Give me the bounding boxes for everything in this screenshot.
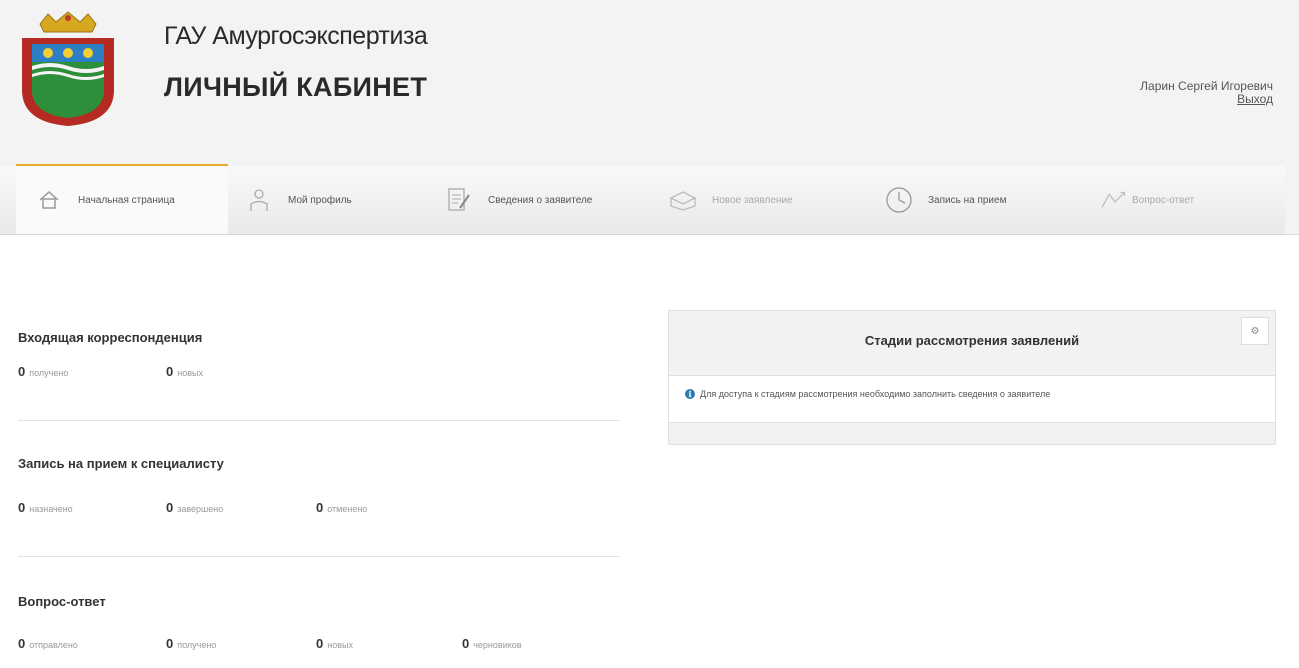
qa-drafts-stat[interactable]: 0 черновиков: [462, 636, 522, 651]
new-application-icon: [668, 185, 698, 215]
stat-count: 0: [166, 500, 174, 515]
stat-count: 0: [18, 636, 26, 651]
divider: [18, 420, 620, 421]
stat-label: получено: [29, 368, 69, 378]
tab-label: Сведения о заявителе: [488, 194, 593, 206]
logout-link[interactable]: Выход: [1140, 93, 1273, 106]
tab-profile[interactable]: Мой профиль: [244, 166, 352, 234]
stat-label: получено: [177, 640, 217, 650]
stat-label: черновиков: [473, 640, 522, 650]
appointments-title: Запись на прием к специалисту: [18, 456, 224, 471]
clock-icon: [884, 185, 914, 215]
site-header: ГАУ Амургосэкспертиза ЛИЧНЫЙ КАБИНЕТ Лар…: [0, 0, 1299, 160]
gear-icon: ⚙: [1250, 325, 1260, 337]
appointments-cancelled-stat[interactable]: 0 отменено: [316, 500, 367, 515]
info-text: Для доступа к стадиям рассмотрения необх…: [700, 389, 1051, 399]
incoming-title: Входящая корреспонденция: [18, 330, 203, 345]
incoming-new-stat[interactable]: 0 новых: [166, 364, 203, 379]
home-icon: [34, 185, 64, 215]
incoming-received-stat[interactable]: 0 получено: [18, 364, 68, 379]
appointments-assigned-stat[interactable]: 0 назначено: [18, 500, 73, 515]
stat-count: 0: [316, 500, 324, 515]
tab-label: Мой профиль: [288, 194, 352, 206]
stat-label: новых: [177, 368, 203, 378]
panel-body: i Для доступа к стадиям рассмотрения нео…: [669, 375, 1275, 423]
page-title: ЛИЧНЫЙ КАБИНЕТ: [164, 72, 428, 102]
tab-question-answer[interactable]: Вопрос-ответ: [1100, 166, 1194, 234]
tab-label: Новое заявление: [712, 194, 793, 206]
info-message: i Для доступа к стадиям рассмотрения нео…: [685, 389, 1050, 399]
stat-label: новых: [327, 640, 353, 650]
site-name: ГАУ Амургосэкспертиза: [164, 22, 428, 50]
appointments-completed-stat[interactable]: 0 завершено: [166, 500, 223, 515]
info-icon: i: [685, 389, 695, 399]
application-stages-panel: Стадии рассмотрения заявлений ⚙ i Для до…: [668, 310, 1276, 445]
tab-new-application[interactable]: Новое заявление: [668, 166, 793, 234]
profile-icon: [244, 185, 274, 215]
qa-received-stat[interactable]: 0 получено: [166, 636, 216, 651]
panel-title: Стадии рассмотрения заявлений: [864, 333, 1080, 348]
panel-settings-button[interactable]: ⚙: [1241, 317, 1269, 345]
main-navigation: Начальная страница Мой профиль Сведения …: [0, 160, 1299, 235]
stat-label: завершено: [177, 504, 224, 514]
tab-applicant-info[interactable]: Сведения о заявителе: [444, 166, 592, 234]
qa-sent-stat[interactable]: 0 отправлено: [18, 636, 78, 651]
user-block: Ларин Сергей Игоревич Выход: [1140, 80, 1273, 106]
stat-count: 0: [462, 636, 470, 651]
stat-label: отправлено: [29, 640, 78, 650]
stat-count: 0: [316, 636, 324, 651]
tab-home[interactable]: Начальная страница: [16, 164, 228, 234]
coat-of-arms-logo[interactable]: [18, 10, 118, 128]
tab-label: Начальная страница: [78, 194, 175, 206]
stat-label: назначено: [29, 504, 73, 514]
document-edit-icon: [444, 185, 474, 215]
tab-label: Вопрос-ответ: [1132, 194, 1195, 206]
stat-label: отменено: [327, 504, 368, 514]
qa-new-stat[interactable]: 0 новых: [316, 636, 353, 651]
question-answer-icon: [1100, 185, 1130, 215]
stat-count: 0: [166, 636, 174, 651]
qa-title: Вопрос-ответ: [18, 594, 106, 609]
stat-count: 0: [18, 500, 26, 515]
tab-appointment[interactable]: Запись на прием: [884, 166, 1006, 234]
stat-count: 0: [166, 364, 174, 379]
tab-label: Запись на прием: [928, 194, 1007, 206]
stat-count: 0: [18, 364, 26, 379]
divider: [18, 556, 620, 557]
